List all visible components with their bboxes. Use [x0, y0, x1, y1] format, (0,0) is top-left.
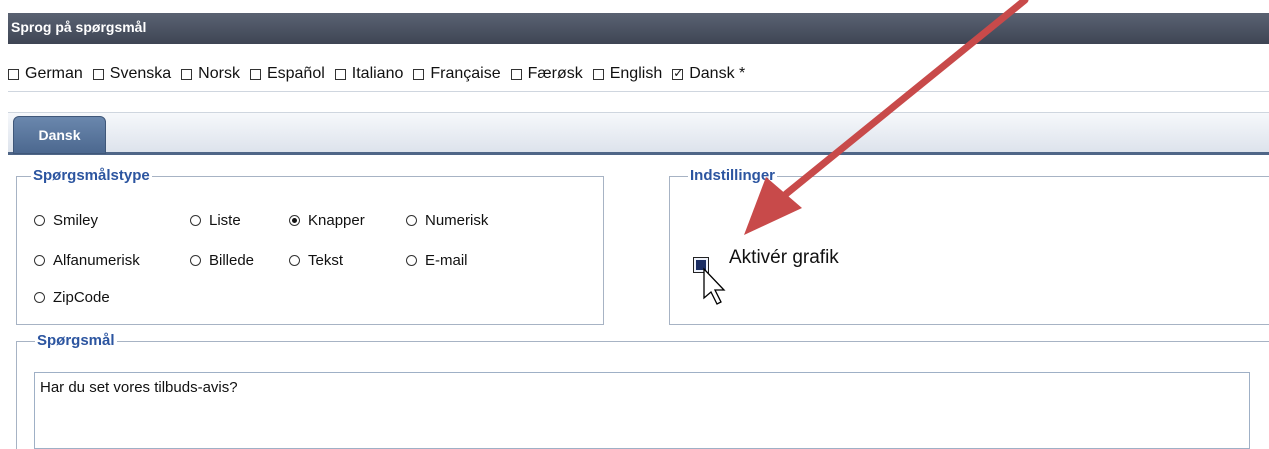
option-label: ZipCode: [53, 289, 110, 306]
language-option-german[interactable]: German: [8, 65, 83, 83]
radio-button[interactable]: [190, 255, 201, 266]
language-checkbox-row: German Svenska Norsk Español Italiano Fr…: [8, 62, 1266, 86]
language-option-francaise[interactable]: Française: [413, 65, 501, 83]
radio-button[interactable]: [190, 215, 201, 226]
language-option-dansk[interactable]: Dansk *: [672, 65, 745, 83]
language-label: Italiano: [351, 65, 404, 82]
option-label: Liste: [209, 212, 241, 229]
language-option-espanol[interactable]: Español: [249, 65, 325, 83]
language-section-title: Sprog på spørgsmål: [11, 19, 147, 35]
enable-graphics-label: Aktivér grafik: [729, 247, 839, 268]
radio-button[interactable]: [34, 255, 45, 266]
language-option-faerosk[interactable]: Færøsk: [510, 65, 583, 83]
radio-knapper[interactable]: Knapper: [289, 212, 365, 229]
checkbox[interactable]: [92, 68, 104, 80]
radio-button[interactable]: [34, 292, 45, 303]
radio-button[interactable]: [406, 255, 417, 266]
language-option-italiano[interactable]: Italiano: [334, 65, 404, 83]
divider: [8, 91, 1269, 92]
language-option-svenska[interactable]: Svenska: [92, 65, 172, 83]
tab-dansk[interactable]: Dansk: [13, 116, 106, 154]
checkbox[interactable]: [334, 68, 346, 80]
checkbox[interactable]: [592, 68, 604, 80]
language-label: Svenska: [109, 65, 172, 82]
language-label: Færøsk: [527, 65, 583, 82]
checkbox[interactable]: [510, 68, 522, 80]
language-label: Dansk *: [689, 65, 746, 82]
language-option-english[interactable]: English: [592, 65, 663, 83]
language-option-norsk[interactable]: Norsk: [181, 65, 240, 83]
language-label: Norsk: [198, 65, 240, 82]
language-label: Française: [430, 65, 501, 82]
checkbox[interactable]: [413, 68, 425, 80]
language-label: German: [25, 65, 83, 82]
checkbox[interactable]: [249, 68, 261, 80]
language-label: English: [609, 65, 663, 82]
checkbox[interactable]: [181, 68, 193, 80]
option-label: E-mail: [425, 252, 468, 269]
settings-legend: Indstillinger: [688, 167, 778, 184]
option-label: Alfanumerisk: [53, 252, 140, 269]
radio-zipcode[interactable]: ZipCode: [34, 289, 110, 306]
option-label: Numerisk: [425, 212, 489, 229]
option-label: Knapper: [308, 212, 365, 229]
question-textarea[interactable]: Har du set vores tilbuds-avis?: [34, 372, 1250, 449]
radio-tekst[interactable]: Tekst: [289, 252, 343, 269]
radio-liste[interactable]: Liste: [190, 212, 241, 229]
enable-graphics-checkbox[interactable]: [693, 257, 709, 273]
radio-button[interactable]: [34, 215, 45, 226]
radio-numerisk[interactable]: Numerisk: [406, 212, 488, 229]
checkbox-checked[interactable]: [672, 66, 683, 80]
radio-button[interactable]: [289, 255, 300, 266]
radio-smiley[interactable]: Smiley: [34, 212, 98, 229]
question-legend: Spørgsmål: [35, 332, 117, 349]
option-label: Tekst: [308, 252, 344, 269]
radio-button-selected[interactable]: [289, 215, 300, 226]
radio-email[interactable]: E-mail: [406, 252, 468, 269]
question-type-legend: Spørgsmålstype: [31, 167, 152, 184]
radio-button[interactable]: [406, 215, 417, 226]
radio-billede[interactable]: Billede: [190, 252, 254, 269]
radio-alfanumerisk[interactable]: Alfanumerisk: [34, 252, 140, 269]
tab-bar: [8, 112, 1269, 155]
language-label: Español: [266, 65, 325, 82]
checkbox[interactable]: [8, 68, 19, 80]
language-section-header: Sprog på spørgsmål: [8, 13, 1269, 44]
option-label: Smiley: [53, 212, 99, 229]
option-label: Billede: [209, 252, 255, 269]
